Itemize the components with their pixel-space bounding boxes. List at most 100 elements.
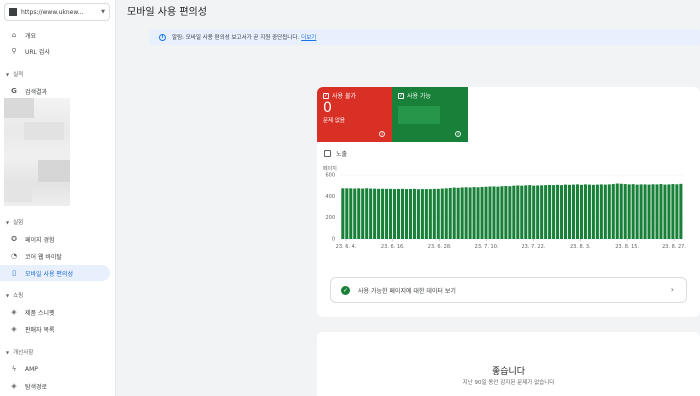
chart-bar [452, 187, 456, 239]
x-tick-label: 23. 7. 10. [475, 244, 499, 250]
unusable-label: 사용 불가 [332, 93, 356, 100]
chart-bar [361, 188, 365, 239]
chart-bar [420, 189, 424, 239]
sidebar-item-label: 탐색경로 [25, 383, 48, 391]
checkbox-icon [324, 150, 331, 157]
section-shopping[interactable]: ▼ 쇼핑 [6, 291, 23, 300]
chart-bar [583, 184, 587, 239]
sidebar-item-label: 개요 [25, 32, 37, 40]
chart-bar [524, 185, 528, 239]
help-icon[interactable]: ? [455, 131, 461, 137]
help-icon[interactable]: ? [379, 131, 385, 137]
chart-bar [488, 186, 492, 239]
chart-bar [381, 188, 385, 239]
search-icon: ⚲ [11, 47, 17, 55]
chart-bar [440, 188, 444, 239]
sidebar-item-amp[interactable]: ϟ AMP [0, 361, 110, 377]
section-enhancements[interactable]: ▼ 개선사항 [6, 348, 34, 357]
chart-bar [472, 187, 476, 239]
learn-more-link[interactable]: 더보기 [301, 33, 316, 41]
chart-bar [675, 184, 679, 239]
phone-icon: ▯ [12, 269, 16, 277]
y-tick-label: 400 [325, 194, 335, 200]
chart-bar [392, 189, 397, 239]
chart-bar [667, 184, 671, 239]
y-tick-label: 0 [332, 237, 335, 243]
chart-bar [468, 187, 472, 239]
chart-bar [385, 188, 389, 239]
chart-bar [575, 184, 580, 239]
sidebar-item-search-results[interactable]: G 검색결과 [0, 83, 110, 99]
sidebar-item-label: 검색결과 [25, 88, 48, 96]
chart-bar [373, 188, 377, 239]
chart-bar [436, 188, 440, 239]
chart-bar [540, 185, 544, 239]
y-tick-label: 600 [325, 173, 335, 179]
sidebar-item-url-inspection[interactable]: ⚲ URL 검사 [0, 43, 110, 59]
chart-bar [639, 184, 643, 239]
chart-bar [655, 184, 659, 239]
chart-svg: 페이지600 400 200 023. 6. 4. 23. 6. 16. 23. 6. 2… [323, 165, 686, 250]
chart-bar [603, 184, 607, 239]
chart-bar [520, 185, 524, 239]
x-tick-label: 23. 7. 22. [521, 244, 545, 250]
chart-bar [369, 188, 373, 239]
collapse-triangle-icon: ▼ [6, 349, 10, 355]
chart-bar [444, 188, 448, 239]
sidebar-item-breadcrumbs[interactable]: ◈ 탐색경로 [0, 378, 110, 394]
chart-bar [552, 185, 556, 239]
sidebar-item-overview[interactable]: ⌂ 개요 [0, 27, 110, 43]
chart-bar [619, 183, 623, 239]
chart-bar [448, 188, 452, 239]
x-tick-label: 23. 6. 16. [381, 244, 405, 250]
chart-bar [341, 188, 345, 239]
sidebar: https://www.uknew... ▼ ⌂ 개요 ⚲ URL 검사 ▼ 실… [0, 0, 116, 396]
sidebar-item-label: 제품 스니펫 [25, 309, 55, 317]
chart-bar [663, 184, 667, 239]
google-g-icon: G [11, 87, 17, 95]
section-label: 개선사항 [13, 350, 34, 356]
x-tick-label: 23. 6. 28. [428, 244, 452, 250]
legend-label: 노출 [336, 151, 348, 158]
section-experience[interactable]: ▼ 실험 [6, 218, 23, 227]
sidebar-item-product-snippets[interactable]: ◈ 제품 스니펫 [0, 304, 110, 320]
unusable-tile[interactable]: ✓ 사용 불가 0 문제 없음 ? [317, 87, 392, 142]
alert-text: 알림: 모바일 사용 편의성 보고서가 곧 지원 중단됩니다. [172, 35, 300, 41]
chart-bar [607, 184, 611, 239]
checkbox-checked-icon: ✓ [323, 92, 329, 99]
sidebar-item-label: 모바일 사용 편의성 [25, 270, 73, 278]
usable-tile[interactable]: ✓ 사용 가능 ? [392, 87, 468, 142]
chart-bar [516, 185, 520, 239]
usable-label: 사용 가능 [407, 93, 431, 100]
chart-bar [377, 188, 381, 239]
chart-bar [476, 187, 480, 239]
chart-bar [353, 188, 357, 239]
blurred-count [398, 106, 440, 124]
chart-bar [389, 188, 393, 239]
chart-bar [560, 185, 564, 239]
x-tick-label: 23. 8. 27. [662, 244, 686, 250]
sidebar-item-mobile-usability[interactable]: ▯ 모바일 사용 편의성 [0, 265, 110, 281]
collapse-triangle-icon: ▼ [6, 292, 10, 298]
property-logo-icon [9, 8, 17, 16]
section-performance[interactable]: ▼ 실적 [6, 70, 24, 79]
chart-bar [484, 186, 488, 239]
chart-bar [563, 184, 568, 239]
property-url: https://www.uknew... [21, 8, 84, 16]
view-usable-data-button[interactable]: ✓ 사용 가능한 페이지에 대한 데이터 보기 › [330, 277, 687, 303]
chart-bar [432, 188, 436, 239]
chart-bar [611, 184, 615, 239]
chart-bar [556, 184, 560, 239]
check-circle-icon: ✓ [341, 285, 350, 295]
chart-bar [623, 184, 627, 239]
chart-bar [659, 184, 663, 239]
property-selector[interactable]: https://www.uknew... ▼ [4, 3, 110, 21]
sidebar-item-merchant-listings[interactable]: ◈ 판매자 목록 [0, 321, 110, 337]
sidebar-item-core-web-vitals[interactable]: ◔ 코어 웹 바이탈 [0, 248, 110, 264]
no-issues-subtitle: 지난 90일 동안 감지된 문제가 없습니다 [462, 380, 555, 386]
chart-bar [396, 188, 401, 239]
impressions-toggle[interactable]: 노출 [324, 149, 347, 158]
section-label: 실적 [13, 72, 24, 78]
sidebar-item-page-experience[interactable]: ✪ 페이지 경험 [0, 231, 110, 247]
chart-bar [349, 188, 353, 239]
